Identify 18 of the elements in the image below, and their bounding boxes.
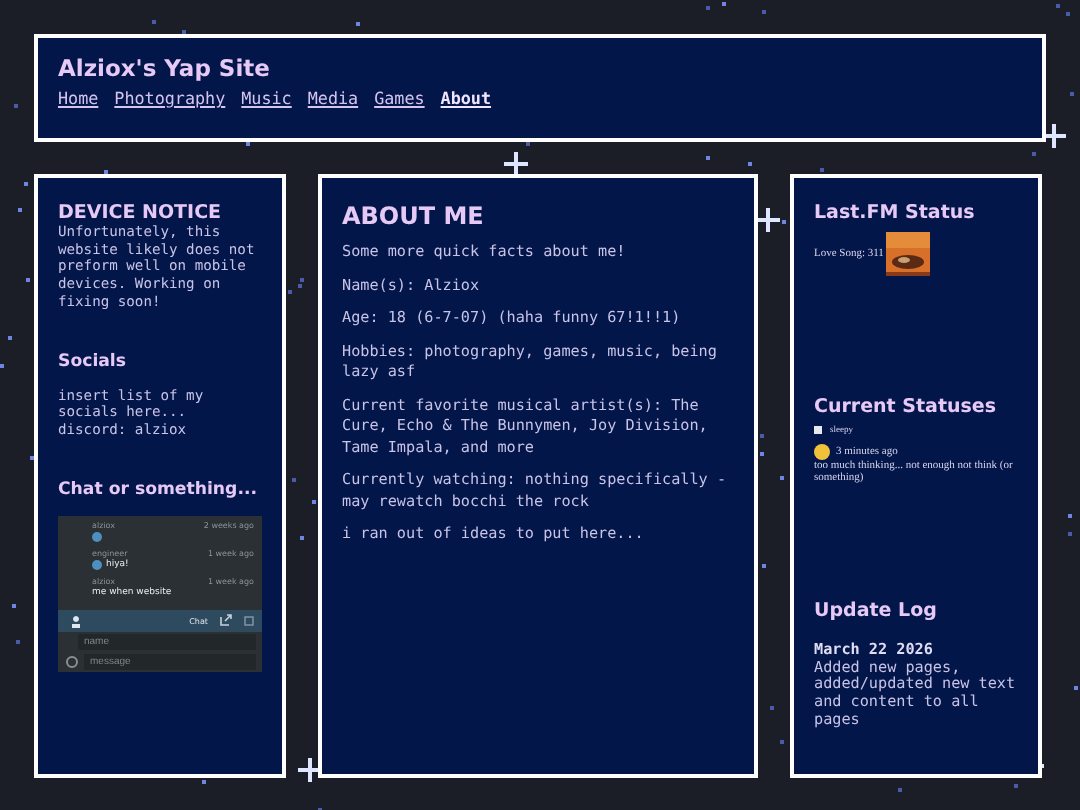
nav-link[interactable]: Music: [241, 88, 292, 108]
section-heading: Socials: [58, 351, 128, 372]
nav-link[interactable]: Media: [307, 88, 359, 108]
person-icon: [70, 613, 82, 628]
nav-link[interactable]: Games: [374, 88, 425, 108]
nav-link[interactable]: About: [440, 88, 492, 108]
section-heading: Last.FM Status: [814, 202, 977, 224]
face-icon: [814, 444, 830, 460]
site-title: Alziox's Yap Site: [58, 54, 272, 82]
nav-link[interactable]: Photography: [114, 88, 226, 108]
nav-link[interactable]: Home: [58, 88, 99, 108]
section-heading: Current Statuses: [814, 396, 999, 418]
page-heading: ABOUT ME: [342, 202, 486, 230]
section-heading: Chat or something...: [58, 479, 259, 500]
section-heading: DEVICE NOTICE: [58, 202, 224, 224]
section-heading: Update Log: [814, 600, 939, 622]
popout-icon: [220, 614, 232, 627]
square-icon: [244, 615, 254, 626]
